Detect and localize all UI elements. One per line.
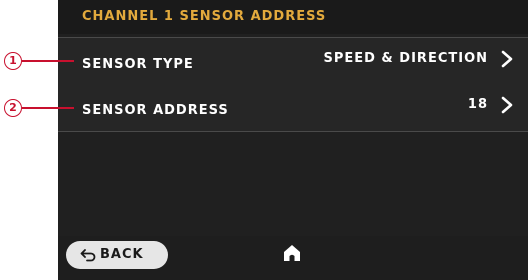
callout-2: 2: [4, 99, 22, 117]
back-label: BACK: [100, 247, 144, 262]
home-icon[interactable]: [282, 243, 302, 263]
sensor-type-value: SPEED & DIRECTION: [323, 51, 488, 66]
manual-figure: CHANNEL 1 SENSOR ADDRESS SENSOR TYPE SPE…: [0, 0, 528, 280]
callout-1: 1: [4, 52, 22, 70]
callout-1-leader: [22, 60, 74, 62]
chevron-right-icon: [501, 50, 513, 68]
back-button[interactable]: BACK: [66, 241, 168, 269]
screen-footer: BACK: [58, 236, 528, 280]
page-title: CHANNEL 1 SENSOR ADDRESS: [82, 9, 327, 24]
chevron-right-icon: [501, 96, 513, 114]
screen-header: CHANNEL 1 SENSOR ADDRESS: [58, 0, 528, 34]
sensor-type-row[interactable]: SENSOR TYPE SPEED & DIRECTION: [58, 37, 528, 85]
callout-2-leader: [22, 107, 74, 109]
sensor-type-label: SENSOR TYPE: [82, 57, 194, 72]
sensor-address-label: SENSOR ADDRESS: [82, 103, 229, 118]
sensor-address-value: 18: [467, 97, 488, 112]
device-screen: CHANNEL 1 SENSOR ADDRESS SENSOR TYPE SPE…: [58, 0, 528, 280]
back-arrow-icon: [80, 249, 96, 262]
sensor-address-row[interactable]: SENSOR ADDRESS 18: [58, 84, 528, 132]
